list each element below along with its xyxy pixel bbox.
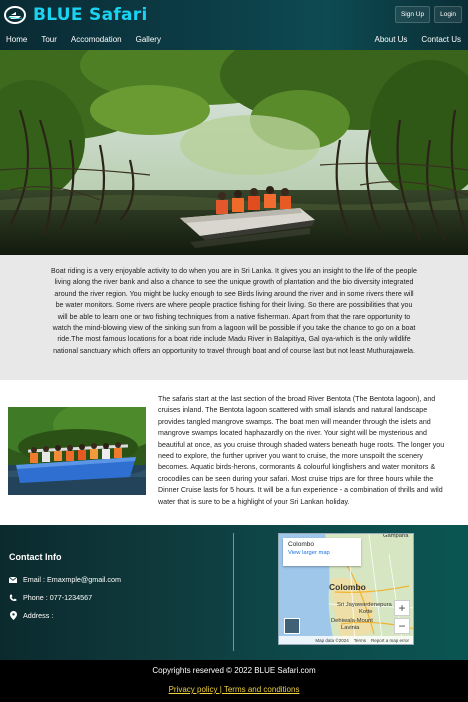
contact-title: Contact Info <box>9 552 62 562</box>
nav-gallery[interactable]: Gallery <box>136 35 161 44</box>
site-header: BLUE Safari Sign Up Login Home Tour Acco… <box>0 0 468 50</box>
copyright-text: Copyrights reserved © 2022 BLUE Safari.c… <box>152 666 316 675</box>
intro-section: Boat riding is a very enjoyable activity… <box>0 255 468 380</box>
brand-name: BLUE Safari <box>33 5 148 25</box>
map-terms-link[interactable]: Terms <box>354 638 366 643</box>
brand[interactable]: BLUE Safari <box>4 4 148 26</box>
nav-accomodation[interactable]: Accomodation <box>71 35 122 44</box>
nav-contact-us[interactable]: Contact Us <box>421 35 461 44</box>
main-nav: Home Tour Accomodation Gallery About Us … <box>0 30 468 48</box>
map-area-gampaha: Gampaha <box>383 533 409 539</box>
map-satellite-toggle[interactable] <box>284 618 300 634</box>
boat-tour-image <box>8 407 146 495</box>
nav-tour[interactable]: Tour <box>41 35 57 44</box>
details-section: The safaris start at the last section of… <box>0 380 468 525</box>
footer-divider <box>233 533 234 651</box>
boat-logo-icon <box>4 6 26 24</box>
map-city-label: Colombo <box>329 582 366 592</box>
map-attribution: Map data ©2024 Terms Report a map error <box>279 636 413 644</box>
nav-about-us[interactable]: About Us <box>375 35 408 44</box>
map-area-lavinia: Lavinia <box>341 625 360 631</box>
auth-buttons: Sign Up Login <box>394 6 462 23</box>
contact-footer: Contact Info Email : Emaxmple@gmail.com … <box>0 525 468 660</box>
contact-email-text: Email : Emaxmple@gmail.com <box>23 575 121 584</box>
location-pin-icon <box>9 611 17 620</box>
view-larger-map-link[interactable]: View larger map <box>288 550 356 556</box>
contact-email[interactable]: Email : Emaxmple@gmail.com <box>9 575 121 584</box>
map-area-kotte: Kotte <box>359 609 373 615</box>
map-place-name: Colombo <box>288 541 315 548</box>
map-report-link[interactable]: Report a map error <box>371 638 409 643</box>
map-zoom-in-button[interactable]: + <box>394 600 410 616</box>
contact-phone-text: Phone : 077-1234567 <box>23 593 93 602</box>
hero-image <box>0 50 468 255</box>
map-info-card: Colombo View larger map <box>283 538 361 566</box>
contact-address: Address : <box>9 611 53 620</box>
signup-button[interactable]: Sign Up <box>394 6 431 23</box>
map-zoom-out-button[interactable]: − <box>394 618 410 634</box>
login-button[interactable]: Login <box>434 6 462 23</box>
contact-phone[interactable]: Phone : 077-1234567 <box>9 593 92 602</box>
details-paragraph: The safaris start at the last section of… <box>158 395 445 506</box>
phone-icon <box>9 594 17 602</box>
map-area-dehiwala: Dehiwala-Mount <box>331 618 373 624</box>
legal-links[interactable]: Privacy policy | Terms and conditions <box>0 685 468 694</box>
intro-paragraph: Boat riding is a very enjoyable activity… <box>51 267 417 355</box>
embedded-map[interactable]: Colombo View larger map Gampaha Colombo … <box>278 533 414 645</box>
nav-home[interactable]: Home <box>6 35 27 44</box>
map-data-text: Map data ©2024 <box>315 637 349 643</box>
envelope-icon <box>9 576 17 584</box>
map-area-sri-jayawardenepura: Sri Jayawardenepura <box>337 602 392 608</box>
contact-address-text: Address : <box>23 611 54 620</box>
privacy-terms-link[interactable]: Privacy policy | Terms and conditions <box>169 685 300 694</box>
